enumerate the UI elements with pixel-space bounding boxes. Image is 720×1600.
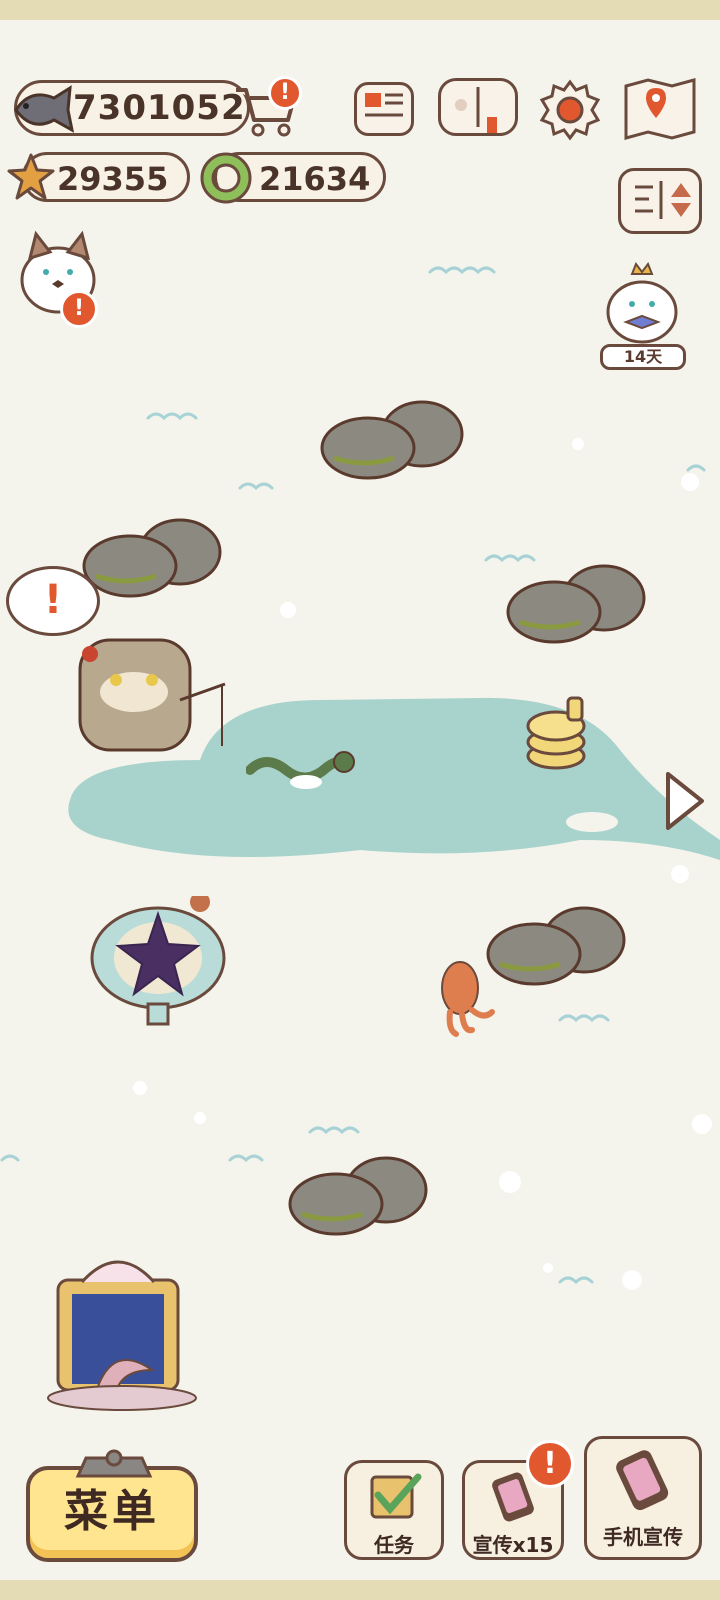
- alert-speech-bubble[interactable]: !: [6, 566, 100, 636]
- menu-button[interactable]: 菜单: [26, 1466, 198, 1562]
- squid-icon[interactable]: [436, 960, 498, 1040]
- starfish-shell-icon[interactable]: [88, 896, 234, 1026]
- next-area-arrow-icon[interactable]: [662, 768, 708, 834]
- tasks-button[interactable]: 任务: [344, 1460, 444, 1560]
- checkbox-icon: [370, 1473, 422, 1519]
- promo-alert-badge: !: [526, 1440, 574, 1488]
- promo-label: 宣传x15: [472, 1533, 554, 1557]
- moon-mirror-shrine-icon[interactable]: [42, 1242, 202, 1412]
- rock-cluster: [320, 400, 464, 480]
- rock-cluster: [82, 518, 222, 598]
- bottom-bar: [0, 1580, 720, 1600]
- phone-promo-label: 手机宣传: [603, 1525, 683, 1549]
- menu-label: 菜单: [64, 1486, 160, 1537]
- rock-cluster: [486, 906, 626, 986]
- rock-cluster: [288, 1156, 428, 1236]
- phone-promo-icon: [616, 1450, 669, 1511]
- rock-cluster: [506, 564, 646, 644]
- dragon-icon[interactable]: [246, 740, 356, 800]
- tasks-label: 任务: [374, 1533, 414, 1557]
- coin-stack-icon[interactable]: [522, 694, 592, 774]
- clipboard-clip-icon: [75, 1449, 153, 1478]
- alert-mark: !: [43, 577, 63, 623]
- phone-promo-button[interactable]: 手机宣传: [584, 1436, 702, 1560]
- fishing-cat-icon[interactable]: [70, 630, 230, 760]
